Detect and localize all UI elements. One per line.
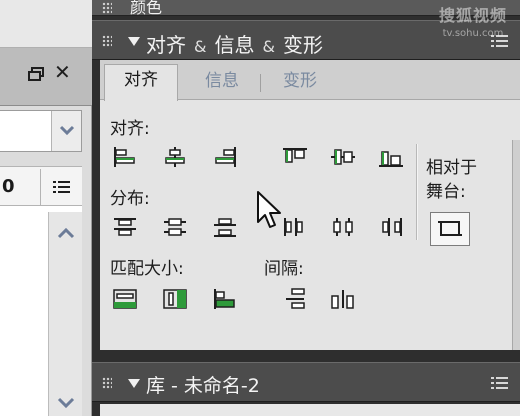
library-panel-header[interactable]: 库 - 未命名-2: [92, 362, 520, 402]
to-stage-toggle-button[interactable]: [430, 212, 470, 246]
match-size-section-label: 匹配大小:: [110, 259, 184, 279]
scroll-up-icon[interactable]: [57, 224, 75, 243]
align-bottom-edge-button[interactable]: [376, 144, 406, 170]
panel-right-edge: [512, 140, 520, 350]
distribute-horizontal-center-button[interactable]: [328, 214, 358, 240]
stage-icon: [438, 221, 462, 236]
left-panel-top-strip: [0, 0, 92, 48]
collapse-triangle-icon[interactable]: [128, 37, 140, 46]
align-right-edge-button[interactable]: [210, 144, 240, 170]
match-height-button[interactable]: [160, 286, 190, 312]
align-vertical-center-button[interactable]: [328, 144, 358, 170]
tab-info[interactable]: 信息: [190, 66, 254, 100]
color-panel-title: 颜色: [130, 0, 163, 17]
align-panel-title: 对齐 & 信息 & 变形: [146, 29, 323, 58]
match-width-button[interactable]: [110, 286, 140, 312]
dropdown-arrow-button[interactable]: [51, 111, 81, 151]
restore-window-icon[interactable]: [28, 66, 44, 81]
align-horizontal-center-button[interactable]: [160, 144, 190, 170]
title-part-align: 对齐: [146, 33, 186, 57]
space-evenly-vertical-button[interactable]: [280, 286, 310, 312]
distribute-bottom-button[interactable]: [210, 214, 240, 240]
tab-transform[interactable]: 变形: [268, 66, 332, 100]
library-panel-body: [100, 404, 520, 416]
tab-divider: [260, 74, 261, 92]
align-panel-body: 对齐 信息 变形 对齐: 分布: 匹配大小: 间隔: 相对于 舞台:: [100, 60, 520, 350]
left-panel-titlebar: ✕: [0, 48, 92, 106]
distribute-right-button[interactable]: [376, 214, 406, 240]
align-section-label: 对齐:: [110, 119, 150, 139]
list-options-icon[interactable]: [52, 179, 72, 199]
tab-align[interactable]: 对齐: [104, 64, 178, 101]
section-divider: [416, 144, 418, 240]
distribute-top-button[interactable]: [110, 214, 140, 240]
match-width-and-height-button[interactable]: [210, 286, 240, 312]
divider: [40, 169, 41, 205]
title-part-transform: 变形: [282, 33, 323, 57]
left-partial-panel: ✕ 0: [0, 0, 92, 416]
relative-to-stage-label: 相对于 舞台:: [426, 156, 516, 204]
distribute-vertical-center-button[interactable]: [160, 214, 190, 240]
gripper-icon[interactable]: [102, 377, 112, 389]
close-icon[interactable]: ✕: [54, 62, 71, 82]
title-ampersand: &: [194, 37, 207, 56]
chevron-down-icon: [59, 125, 75, 136]
collapse-triangle-icon[interactable]: [128, 379, 140, 388]
left-panel-dropdown[interactable]: [0, 110, 82, 152]
distribute-section-label: 分布:: [110, 189, 150, 209]
panels-dock: 颜色 对齐 & 信息 & 变形 对齐 信息 变形 对齐: 分布: 匹配大小: 间…: [92, 0, 520, 416]
relative-to-stage-line1: 相对于: [426, 158, 477, 178]
number-value: 0: [2, 176, 15, 197]
title-ampersand: &: [262, 37, 275, 56]
vertical-scrollbar[interactable]: [48, 212, 82, 416]
panel-options-menu-icon[interactable]: [490, 375, 510, 395]
space-section-label: 间隔:: [264, 259, 304, 279]
watermark: 搜狐视频 tv.sohu.com: [428, 2, 518, 50]
gripper-icon[interactable]: [102, 2, 112, 14]
relative-to-stage-line2: 舞台:: [426, 182, 466, 202]
distribute-left-button[interactable]: [280, 214, 310, 240]
library-panel-title: 库 - 未命名-2: [146, 375, 260, 397]
space-evenly-horizontal-button[interactable]: [328, 286, 358, 312]
watermark-url: tv.sohu.com: [442, 28, 504, 39]
scroll-down-icon[interactable]: [57, 394, 75, 413]
tab-strip: 对齐 信息 变形: [100, 60, 520, 101]
watermark-brand: 搜狐视频: [438, 6, 507, 25]
title-part-info: 信息: [214, 33, 255, 57]
align-top-edge-button[interactable]: [280, 144, 310, 170]
gripper-icon[interactable]: [102, 35, 112, 47]
mouse-pointer-icon: [257, 191, 281, 228]
left-panel-number-row: 0: [0, 166, 82, 206]
align-left-edge-button[interactable]: [110, 144, 140, 170]
